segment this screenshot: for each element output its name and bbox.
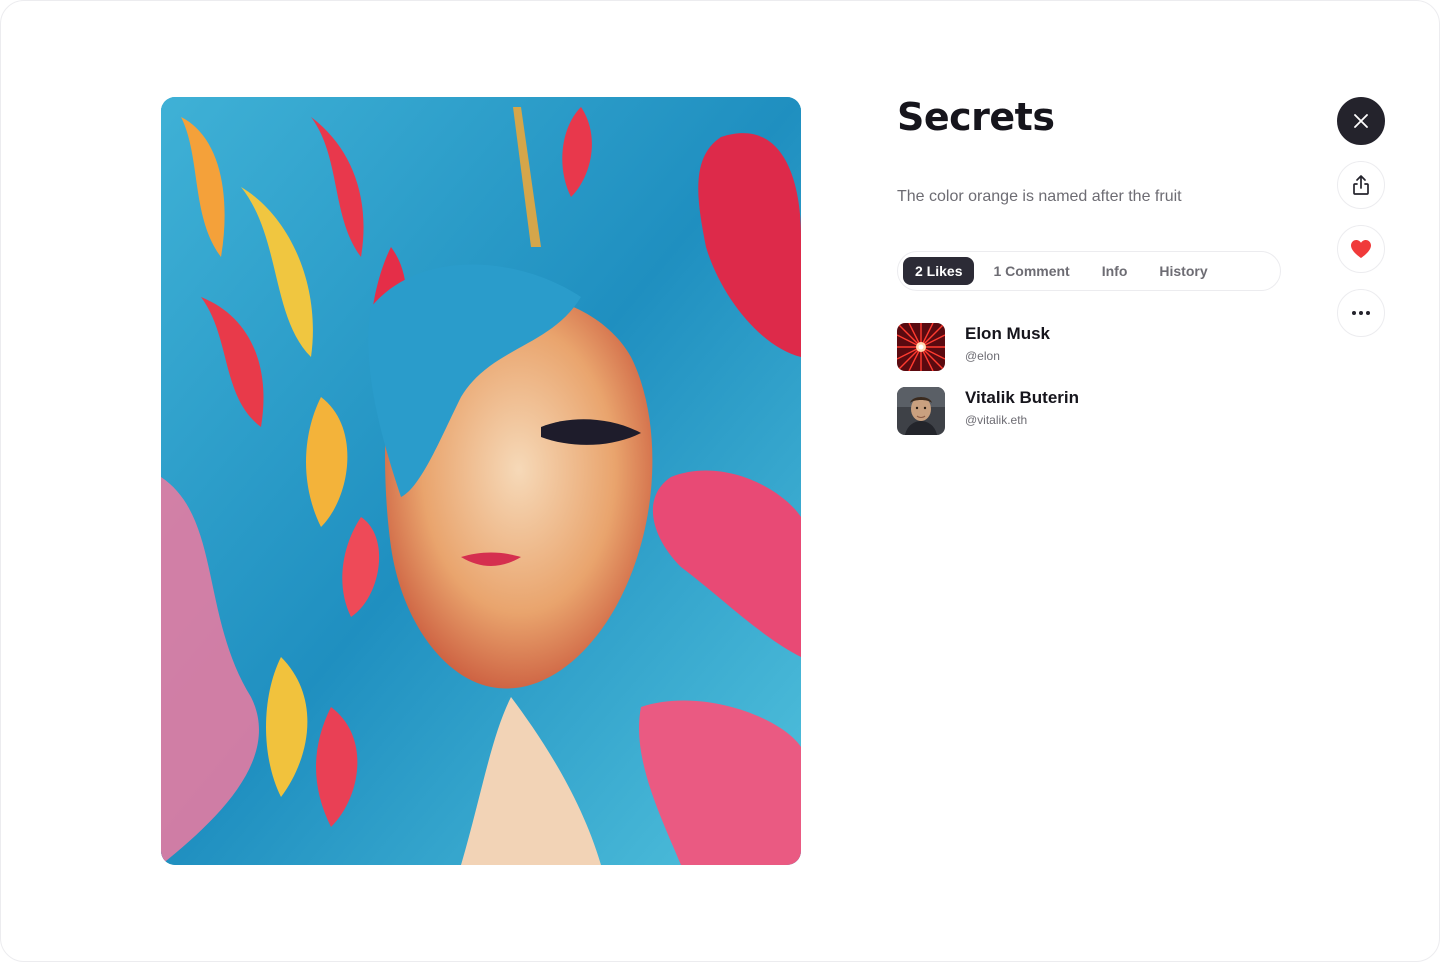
watercolor-portrait-image — [161, 97, 801, 865]
tab-history[interactable]: History — [1143, 257, 1223, 285]
artwork-description: The color orange is named after the frui… — [897, 188, 1182, 205]
portrait-photo-avatar-icon — [897, 387, 945, 435]
user-info: Vitalik Buterin @vitalik.eth — [965, 387, 1079, 428]
user-handle: @elon — [965, 349, 1000, 363]
tab-bar: 2 Likes 1 Comment Info History — [897, 251, 1281, 291]
avatar[interactable] — [897, 323, 945, 371]
share-button[interactable] — [1337, 161, 1385, 209]
artwork-image — [161, 97, 801, 865]
user-handle: @vitalik.eth — [965, 413, 1028, 427]
list-item[interactable]: Vitalik Buterin @vitalik.eth — [897, 387, 1281, 435]
likes-list: Elon Musk @elon Vitalik Buterin @vitalik… — [897, 323, 1281, 435]
more-button[interactable] — [1337, 289, 1385, 337]
tab-comments[interactable]: 1 Comment — [977, 257, 1085, 285]
heart-icon — [1351, 240, 1371, 258]
action-buttons — [1337, 97, 1385, 353]
user-name[interactable]: Elon Musk — [965, 324, 1050, 344]
artwork-details: Secrets The color orange is named after … — [897, 97, 1281, 451]
artwork-title: Secrets — [897, 95, 1055, 139]
close-button[interactable] — [1337, 97, 1385, 145]
share-icon — [1353, 175, 1369, 195]
user-name[interactable]: Vitalik Buterin — [965, 388, 1079, 408]
modal-frame: Secrets The color orange is named after … — [0, 0, 1440, 962]
avatar[interactable] — [897, 387, 945, 435]
tab-info[interactable]: Info — [1086, 257, 1144, 285]
user-info: Elon Musk @elon — [965, 323, 1050, 364]
more-dots-icon — [1352, 311, 1370, 315]
close-icon — [1354, 114, 1368, 128]
red-starburst-avatar-icon — [897, 323, 945, 371]
list-item[interactable]: Elon Musk @elon — [897, 323, 1281, 371]
like-button[interactable] — [1337, 225, 1385, 273]
tab-likes[interactable]: 2 Likes — [903, 257, 975, 285]
